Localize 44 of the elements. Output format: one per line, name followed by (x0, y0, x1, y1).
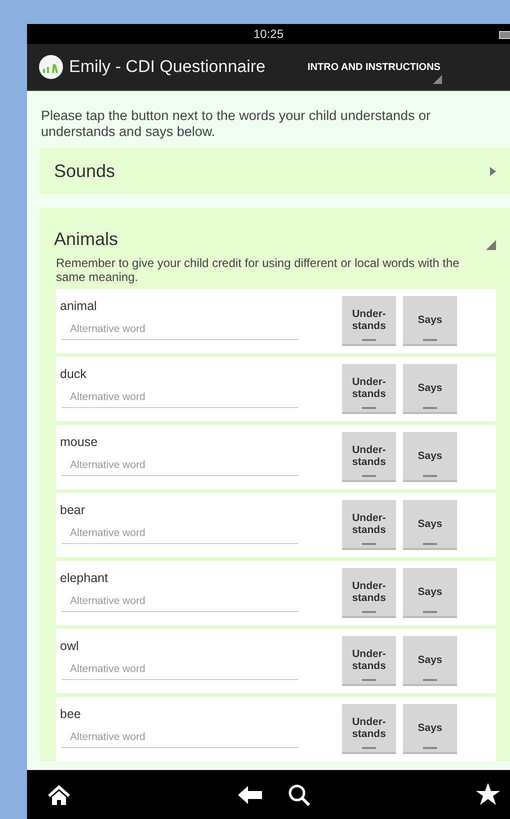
toggle-button[interactable]: Under- stands (342, 568, 396, 618)
collapsed-icon[interactable] (490, 166, 496, 176)
caret-icon (432, 75, 442, 84)
toggle-button[interactable]: Says (403, 704, 457, 754)
home-icon[interactable] (47, 784, 71, 806)
back-arrow-icon[interactable] (238, 786, 262, 804)
word-label: bee (60, 707, 82, 721)
toggle-button[interactable]: Under- stands (342, 500, 396, 550)
alternative-word-field[interactable]: Alternative word (62, 659, 298, 680)
word-label: animal (60, 299, 98, 313)
word-label: mouse (60, 435, 99, 449)
category-note: Remember to give your child credit for using different or local words with the same meaning. (56, 256, 460, 284)
category-title[interactable]: Sounds (54, 160, 116, 182)
app-title: Emily - CDI Questionnaire (69, 57, 266, 77)
toggle-button[interactable]: Says (403, 296, 457, 346)
star-icon[interactable] (476, 783, 500, 806)
word-label: owl (60, 639, 80, 653)
alternative-word-field[interactable]: Alternative word (62, 319, 298, 340)
clock: 10:25 (253, 27, 284, 41)
toggle-button[interactable]: Says (403, 432, 457, 482)
battery-icon (499, 31, 510, 39)
section-dropdown[interactable]: INTRO AND INSTRUCTIONS (294, 44, 464, 90)
alternative-word-field[interactable]: Alternative word (62, 523, 298, 544)
toggle-button[interactable]: Under- stands (342, 296, 396, 346)
search-icon[interactable] (288, 784, 310, 806)
instructions-text: Please tap the button next to the words your child understands or understands and says below. (41, 108, 432, 140)
toggle-button[interactable]: Says (403, 364, 457, 414)
alternative-word-field[interactable]: Alternative word (62, 727, 298, 748)
alternative-word-field[interactable]: Alternative word (62, 455, 298, 476)
alternative-word-field[interactable]: Alternative word (62, 387, 298, 408)
category-title[interactable]: Animals (54, 229, 118, 250)
word-label: bear (60, 503, 86, 517)
toggle-button[interactable]: Says (403, 500, 457, 550)
toggle-button[interactable]: Under- stands (342, 432, 396, 482)
app-logo-icon (39, 55, 63, 79)
alternative-word-field[interactable]: Alternative word (62, 591, 298, 612)
toggle-button[interactable]: Under- stands (342, 364, 396, 414)
toggle-button[interactable]: Under- stands (342, 636, 396, 686)
toggle-button[interactable]: Under- stands (342, 704, 396, 754)
expanded-icon[interactable] (486, 240, 496, 250)
word-label: duck (60, 367, 88, 381)
toggle-button[interactable]: Says (403, 568, 457, 618)
toggle-button[interactable]: Says (403, 636, 457, 686)
word-label: elephant (60, 571, 109, 585)
